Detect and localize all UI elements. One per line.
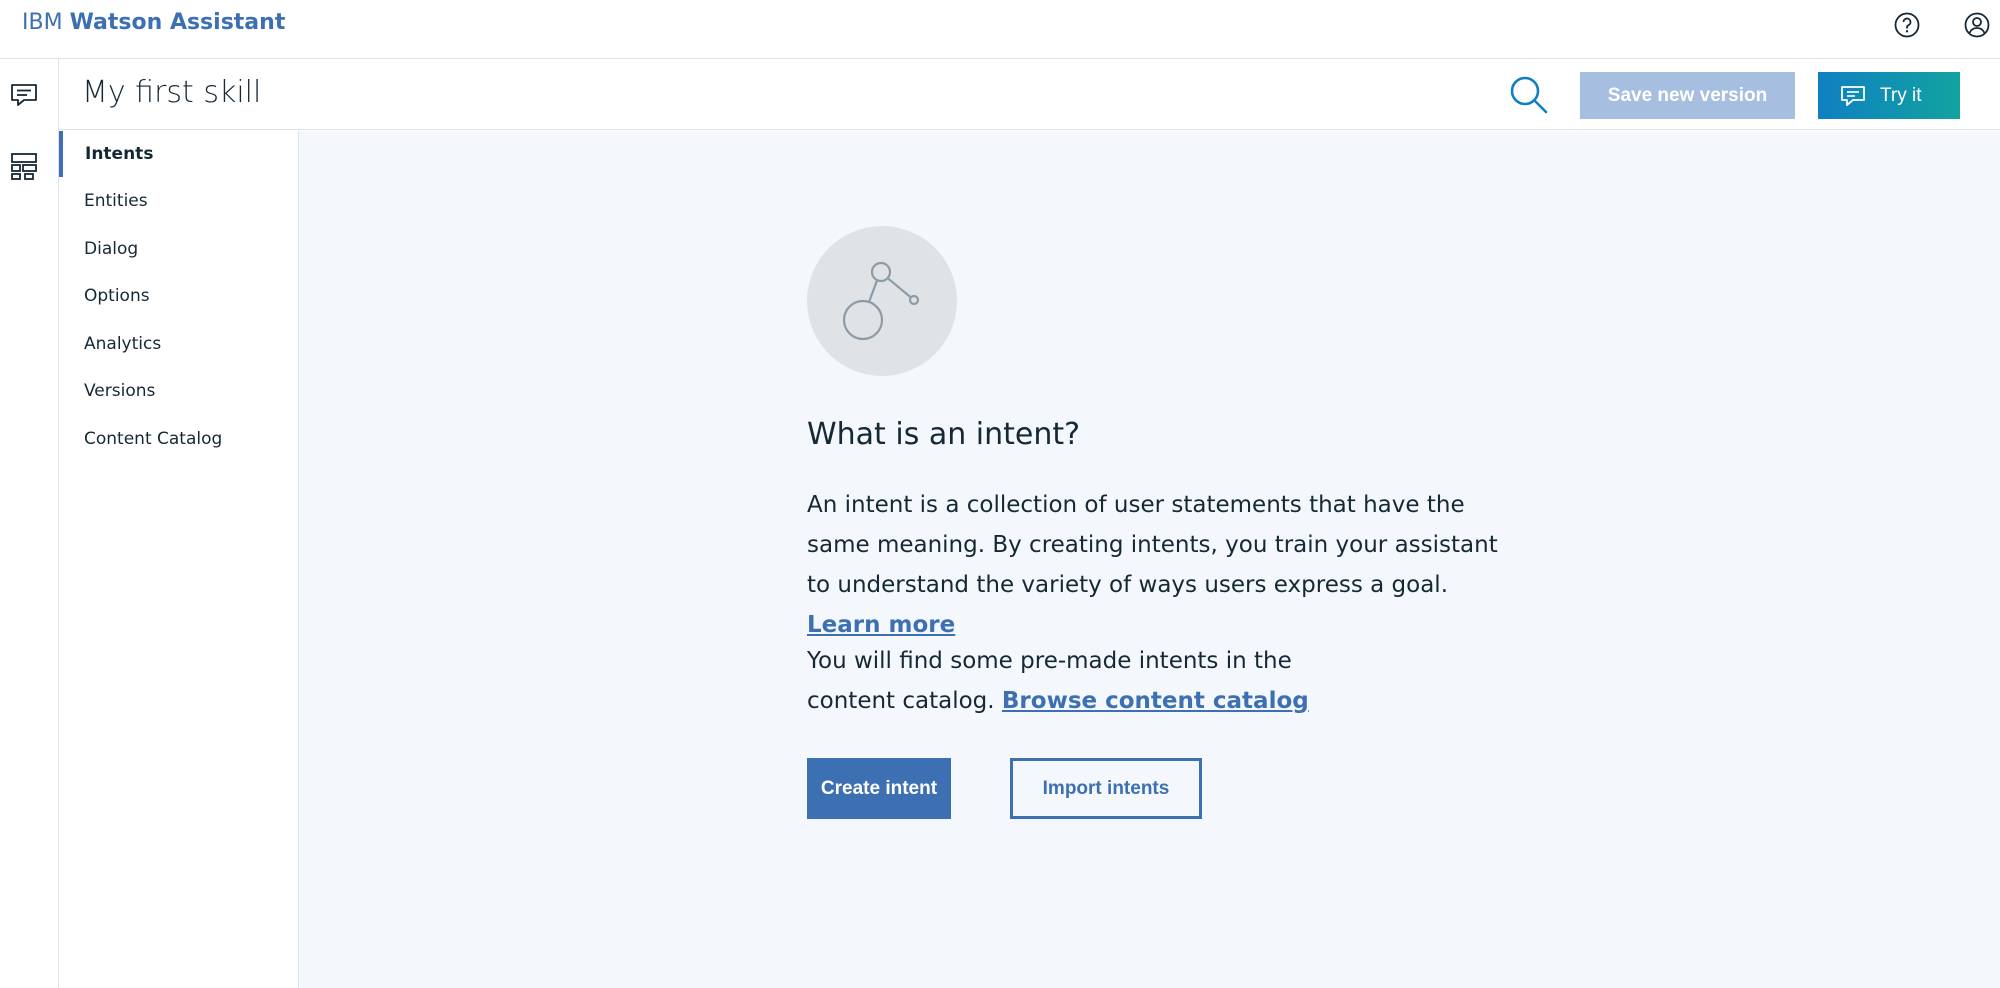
help-icon[interactable] [1892,10,1922,40]
browse-content-catalog-link[interactable]: Browse content catalog [1002,688,1309,714]
top-header: IBM Watson Assistant [0,0,2000,59]
skill-sidebar: Intents Entities Dialog Options Analytic… [59,131,299,988]
skill-title: My first skill [82,75,262,110]
sidebar-item-intents[interactable]: Intents [59,131,299,177]
intent-description: An intent is a collection of user statem… [807,485,1527,645]
brand-prefix: IBM [22,10,63,35]
chat-icon[interactable] [9,80,39,110]
brand-name: Watson Assistant [69,10,286,35]
user-icon[interactable] [1962,10,1992,40]
left-rail [0,59,59,988]
save-new-version-button[interactable]: Save new version [1580,72,1795,119]
main-content: What is an intent? An intent is a collec… [299,131,2000,988]
sidebar-item-entities[interactable]: Entities [59,178,299,224]
sidebar-item-dialog[interactable]: Dialog [59,226,299,272]
create-intent-button[interactable]: Create intent [807,758,951,819]
skill-header: My first skill Save new version Try it [59,59,2000,130]
sidebar-item-analytics[interactable]: Analytics [59,321,299,367]
skills-icon[interactable] [9,151,39,181]
content-catalog-description: You will find some pre-made intents in t… [807,641,1367,721]
sidebar-item-versions[interactable]: Versions [59,368,299,414]
search-icon[interactable] [1507,73,1551,117]
chat-bubble-icon [1841,85,1865,106]
brand-logo[interactable]: IBM Watson Assistant [22,9,285,37]
try-it-button[interactable]: Try it [1818,72,1960,119]
learn-more-link[interactable]: Learn more [807,612,955,638]
intent-description-text: An intent is a collection of user statem… [807,492,1498,598]
try-it-label: Try it [1880,84,1922,106]
sidebar-item-options[interactable]: Options [59,273,299,319]
sidebar-item-content-catalog[interactable]: Content Catalog [59,416,299,462]
import-intents-button[interactable]: Import intents [1010,758,1202,819]
empty-state-title: What is an intent? [807,417,1081,452]
intent-graph-icon [807,226,957,376]
